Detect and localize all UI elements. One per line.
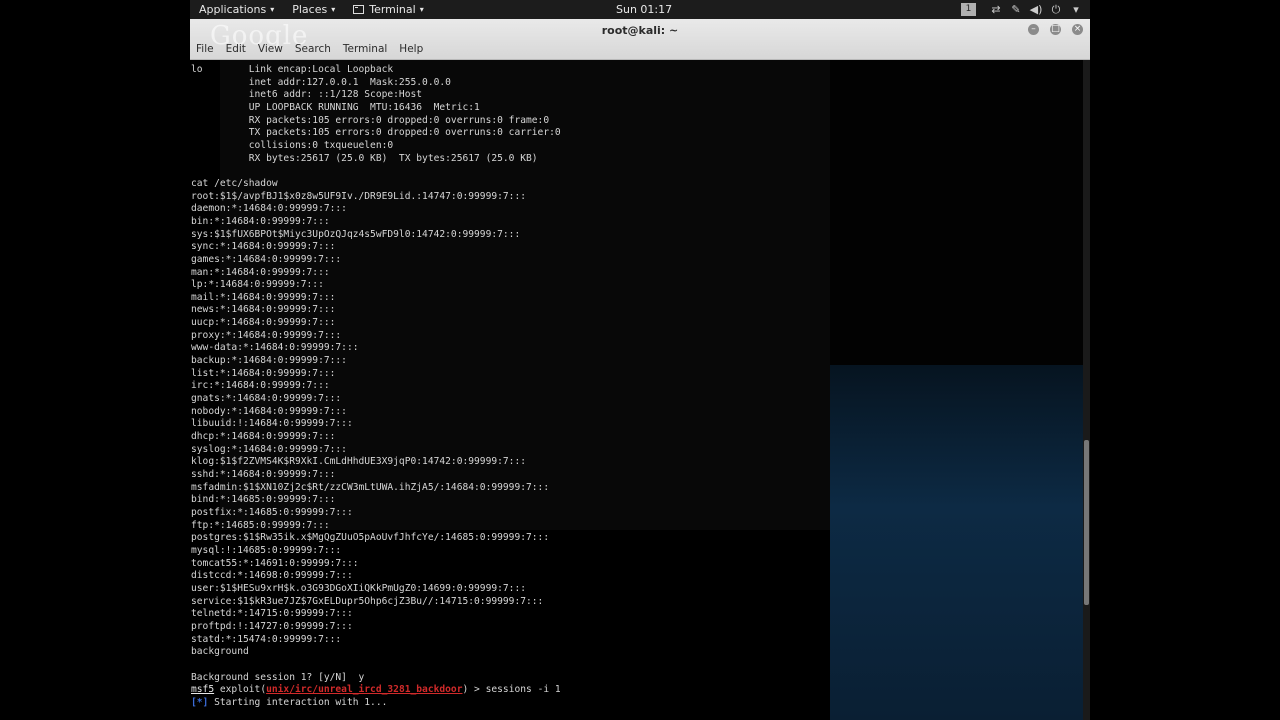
applications-menu[interactable]: Applications ▾ [190, 0, 283, 19]
menu-terminal[interactable]: Terminal [343, 43, 387, 55]
status-marker: [*] [191, 696, 209, 708]
terminal-line: irc:*:14684:0:99999:7::: [191, 380, 330, 392]
exploit-module-name: unix/irc/unreal_ircd_3281_backdoor [266, 684, 463, 696]
terminal-line: Background session 1? [y/N] y [191, 671, 365, 683]
terminal-window-header: Google root@kali: ~ File Edit View Searc… [190, 19, 1090, 60]
chevron-down-icon[interactable]: ▾ [1068, 3, 1084, 16]
terminal-line: msfadmin:$1$XN10Zj2c$Rt/zzCW3mLtUWA.ihZj… [191, 481, 550, 493]
terminal-line: telnetd:*:14715:0:99999:7::: [191, 608, 353, 620]
status-line: [*] Starting interaction with 1... [191, 697, 1080, 710]
terminal-line: background [191, 646, 249, 658]
terminal-output: lo Link encap:Local Loopback inet addr:1… [191, 64, 1080, 709]
terminal-line: sync:*:14684:0:99999:7::: [191, 241, 336, 253]
terminal-line: user:$1$HESu9xrH$k.o3G93DGoXIiQKkPmUgZ0:… [191, 582, 527, 594]
terminal-label: Terminal [369, 3, 416, 16]
menu-edit[interactable]: Edit [226, 43, 246, 55]
letterbox-left [0, 0, 190, 720]
terminal-line: proftpd:!:14727:0:99999:7::: [191, 620, 353, 632]
places-menu[interactable]: Places ▾ [283, 0, 344, 19]
terminal-line: UP LOOPBACK RUNNING MTU:16436 Metric:1 [191, 101, 480, 113]
terminal-line: TX packets:105 errors:0 dropped:0 overru… [191, 127, 561, 139]
terminal-line: backup:*:14684:0:99999:7::: [191, 355, 347, 367]
terminal-line: news:*:14684:0:99999:7::: [191, 304, 336, 316]
terminal-line: proxy:*:14684:0:99999:7::: [191, 329, 342, 341]
terminal-line: RX bytes:25617 (25.0 KB) TX bytes:25617 … [191, 152, 538, 164]
terminal-line: RX packets:105 errors:0 dropped:0 overru… [191, 114, 550, 126]
prompt-prefix: exploit( [214, 684, 267, 696]
terminal-line: dhcp:*:14684:0:99999:7::: [191, 431, 336, 443]
power-icon[interactable]: ⏻ [1048, 3, 1064, 17]
maximize-icon[interactable]: □ [1050, 24, 1061, 35]
terminal-line: mysql:!:14685:0:99999:7::: [191, 544, 342, 556]
terminal-line: distccd:*:14698:0:99999:7::: [191, 570, 353, 582]
terminal-line: sys:$1$fUX6BPOt$Miyc3UpOzQJqz4s5wFD9l0:1… [191, 228, 521, 240]
letterbox-right [1090, 0, 1280, 720]
terminal-line: statd:*:15474:0:99999:7::: [191, 633, 342, 645]
scrollbar-thumb[interactable] [1084, 440, 1089, 605]
close-icon[interactable]: × [1072, 24, 1083, 35]
terminal-line: www-data:*:14684:0:99999:7::: [191, 342, 359, 354]
terminal-line: lo Link encap:Local Loopback [191, 64, 394, 75]
terminal-line: daemon:*:14684:0:99999:7::: [191, 203, 347, 215]
terminal-app-menu[interactable]: Terminal ▾ [344, 0, 433, 19]
terminal-line: klog:$1$f2ZVMS4K$R9XkI.CmLdHhdUE3X9jqP0:… [191, 456, 527, 468]
clock[interactable]: Sun 01:17 [616, 0, 672, 19]
workspace-indicator[interactable]: 1 [961, 3, 976, 16]
terminal-line: inet addr:127.0.0.1 Mask:255.0.0.0 [191, 76, 451, 88]
chevron-down-icon: ▾ [419, 5, 424, 14]
terminal-line: ftp:*:14685:0:99999:7::: [191, 519, 330, 531]
chevron-down-icon: ▾ [270, 5, 275, 14]
terminal-line: cat /etc/shadow [191, 177, 278, 189]
terminal-line: mail:*:14684:0:99999:7::: [191, 291, 336, 303]
top-panel: Applications ▾ Places ▾ Terminal ▾ Sun 0… [190, 0, 1090, 19]
terminal-line: games:*:14684:0:99999:7::: [191, 253, 342, 265]
chevron-down-icon: ▾ [331, 5, 336, 14]
menu-view[interactable]: View [258, 43, 283, 55]
terminal-line: libuuid:!:14684:0:99999:7::: [191, 418, 353, 430]
terminal-line: bind:*:14685:0:99999:7::: [191, 494, 336, 506]
places-label: Places [292, 3, 328, 16]
terminal-line: service:$1$kR3ue7JZ$7GxELDupr5Ohp6cjZ3Bu… [191, 595, 544, 607]
terminal-line: collisions:0 txqueuelen:0 [191, 139, 394, 151]
terminal-viewport[interactable]: lo Link encap:Local Loopback inet addr:1… [190, 60, 1090, 720]
menu-search[interactable]: Search [295, 43, 331, 55]
system-tray: 1 ⇄ ✎ ◀) ⏻ ▾ [961, 0, 1084, 19]
pen-icon[interactable]: ✎ [1008, 3, 1024, 16]
terminal-line: postgres:$1$Rw35ik.x$MgQgZUuO5pAoUvfJhfc… [191, 532, 550, 544]
terminal-line: root:$1$/avpfBJ1$x0z8w5UF9Iv./DR9E9Lid.:… [191, 190, 527, 202]
menu-file[interactable]: File [196, 43, 214, 55]
msf-prompt: msf5 [191, 684, 215, 696]
applications-label: Applications [199, 3, 267, 16]
msf-prompt-line: msf5 exploit(unix/irc/unreal_ircd_3281_b… [191, 684, 1080, 697]
window-title: root@kali: ~ [601, 24, 679, 37]
status-text: Starting interaction with 1... [208, 696, 388, 708]
terminal-line: lp:*:14684:0:99999:7::: [191, 279, 324, 291]
terminal-line: sshd:*:14684:0:99999:7::: [191, 469, 336, 480]
terminal-icon [353, 5, 365, 14]
terminal-line: man:*:14684:0:99999:7::: [191, 266, 330, 278]
terminal-line: nobody:*:14684:0:99999:7::: [191, 405, 347, 417]
network-icon[interactable]: ⇄ [988, 3, 1004, 16]
terminal-line: bin:*:14684:0:99999:7::: [191, 215, 330, 227]
volume-icon[interactable]: ◀) [1028, 3, 1044, 16]
terminal-line: inet6 addr: ::1/128 Scope:Host [191, 89, 423, 101]
terminal-line: gnats:*:14684:0:99999:7::: [191, 393, 342, 405]
terminal-menubar: File Edit View Search Terminal Help [196, 43, 435, 55]
terminal-line: syslog:*:14684:0:99999:7::: [191, 443, 347, 455]
menu-help[interactable]: Help [399, 43, 423, 55]
terminal-scrollbar[interactable] [1083, 60, 1090, 720]
terminal-line: uucp:*:14684:0:99999:7::: [191, 317, 336, 329]
terminal-line: tomcat55:*:14691:0:99999:7::: [191, 557, 359, 569]
terminal-line: postfix:*:14685:0:99999:7::: [191, 506, 353, 518]
prompt-command: ) > sessions -i 1 [462, 684, 561, 696]
minimize-icon[interactable]: – [1028, 24, 1039, 35]
terminal-line: list:*:14684:0:99999:7::: [191, 367, 336, 379]
